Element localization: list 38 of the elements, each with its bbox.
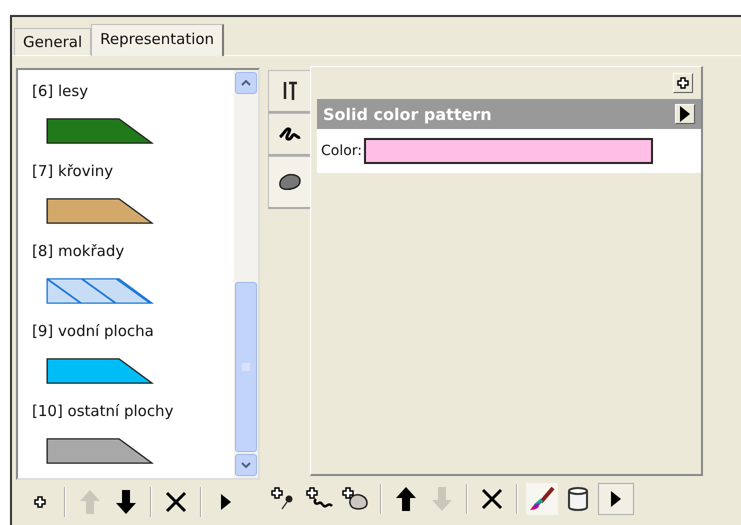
scroll-up-button[interactable] bbox=[235, 72, 257, 94]
side-tab[interactable] bbox=[268, 113, 310, 156]
chevron-down-icon bbox=[241, 462, 251, 468]
side-tab[interactable] bbox=[268, 156, 311, 209]
play-icon bbox=[611, 491, 621, 507]
legend-item-label[interactable]: [9] vodní plocha bbox=[32, 318, 234, 344]
area-icon bbox=[278, 173, 302, 191]
play-icon bbox=[680, 106, 690, 122]
scrollbar-thumb[interactable] bbox=[235, 282, 257, 452]
plus-icon bbox=[677, 77, 689, 89]
legend-item-label[interactable]: [10] ostatní plochy bbox=[32, 398, 234, 424]
side-tab[interactable] bbox=[268, 70, 310, 113]
plus-icon bbox=[34, 496, 46, 508]
add-button[interactable] bbox=[673, 73, 693, 93]
add-area-icon bbox=[342, 487, 370, 511]
pattern-title: Solid color pattern bbox=[323, 104, 492, 124]
scroll-down-button[interactable] bbox=[235, 454, 257, 476]
down-arrow-icon bbox=[115, 489, 137, 515]
chevron-up-icon bbox=[241, 80, 251, 86]
play-icon bbox=[221, 494, 231, 510]
field-label: Color: bbox=[321, 143, 362, 159]
up-arrow-icon bbox=[79, 489, 101, 515]
more-button[interactable] bbox=[598, 483, 634, 515]
brush-button[interactable] bbox=[526, 483, 558, 515]
color-field[interactable] bbox=[364, 138, 654, 164]
tab[interactable]: Representation bbox=[91, 24, 224, 56]
brush-icon bbox=[529, 486, 555, 512]
cylinder-icon bbox=[567, 486, 589, 512]
legend-item-label[interactable]: [6] lesy bbox=[32, 78, 234, 104]
tab[interactable]: General bbox=[14, 28, 92, 55]
squiggle-icon bbox=[278, 125, 302, 143]
legend-item-label[interactable]: [8] mokřady bbox=[32, 238, 234, 264]
down-arrow-icon bbox=[431, 486, 453, 512]
up-arrow-icon bbox=[395, 486, 417, 512]
delete-icon bbox=[165, 491, 187, 513]
tools-icon bbox=[282, 81, 298, 101]
legend-item-label[interactable]: [7] křoviny bbox=[32, 158, 234, 184]
delete-icon bbox=[481, 488, 503, 510]
